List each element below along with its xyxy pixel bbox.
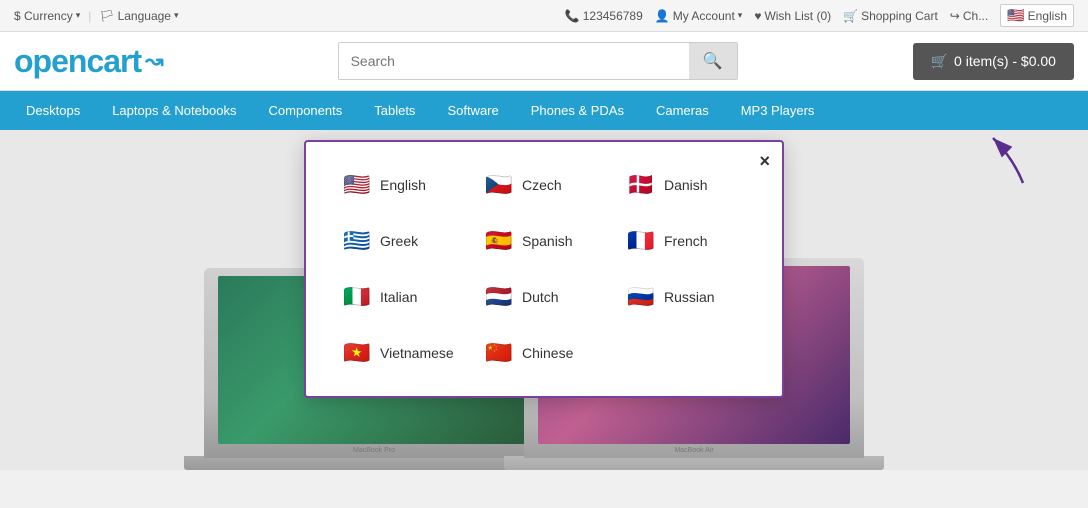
lang-item-danish[interactable]: 🇩🇰 Danish <box>620 166 752 204</box>
wishlist-link[interactable]: ♥ Wish List (0) <box>754 9 831 23</box>
nav-item-cameras[interactable]: Cameras <box>640 91 725 130</box>
lang-item-chinese[interactable]: 🇨🇳 Chinese <box>478 334 610 372</box>
cart-button[interactable]: 🛒 0 item(s) - $0.00 <box>913 43 1074 80</box>
nav-item-software[interactable]: Software <box>431 91 514 130</box>
shopping-cart-link[interactable]: 🛒 Shopping Cart <box>843 9 938 23</box>
search-button[interactable]: 🔍 <box>689 43 737 79</box>
logo-text: opencart <box>14 43 141 80</box>
lang-item-italian[interactable]: 🇮🇹 Italian <box>336 278 468 316</box>
checkout-icon: ↪ <box>950 9 960 23</box>
account-chevron-icon: ▾ <box>738 10 743 21</box>
lang-item-russian[interactable]: 🇷🇺 Russian <box>620 278 752 316</box>
lang-name-dutch: Dutch <box>522 289 559 305</box>
main-content: MacBook Pro MacBook Air × 🇺🇸 English 🇨🇿 Cze… <box>0 130 1088 470</box>
currency-label: $ Currency <box>14 9 73 23</box>
currency-chevron-icon: ▾ <box>76 10 81 21</box>
flag-nl-icon: 🇳🇱 <box>484 282 514 312</box>
flag-dk-icon: 🇩🇰 <box>626 170 656 200</box>
header: opencart ↝ 🔍 🛒 0 item(s) - $0.00 <box>0 32 1088 91</box>
search-input[interactable] <box>339 43 689 79</box>
top-bar: $ Currency ▾ | 🏳 Language ▾ 📞 123456789 … <box>0 0 1088 32</box>
language-chevron-icon: ▾ <box>174 10 179 21</box>
nav-item-tablets[interactable]: Tablets <box>358 91 431 130</box>
lang-name-italian: Italian <box>380 289 417 305</box>
my-account-link[interactable]: 👤 My Account ▾ <box>655 9 743 23</box>
flag-us-icon: 🇺🇸 <box>342 170 372 200</box>
search-bar: 🔍 <box>338 42 738 80</box>
search-icon: 🔍 <box>703 53 723 70</box>
checkout-link[interactable]: ↪ Ch... <box>950 9 988 23</box>
current-lang-flag-icon: 🇺🇸 <box>1007 7 1024 24</box>
lang-name-russian: Russian <box>664 289 715 305</box>
lang-item-french[interactable]: 🇫🇷 French <box>620 222 752 260</box>
cart-btn-icon: 🛒 <box>931 53 948 70</box>
top-bar-left: $ Currency ▾ | 🏳 Language ▾ <box>14 9 179 23</box>
user-icon: 👤 <box>655 9 670 23</box>
language-modal: × 🇺🇸 English 🇨🇿 Czech 🇩🇰 Danish 🇬🇷 Greek 🇪🇸 Spani… <box>304 140 784 398</box>
heart-icon: ♥ <box>754 9 761 23</box>
lang-item-english[interactable]: 🇺🇸 English <box>336 166 468 204</box>
lang-item-dutch[interactable]: 🇳🇱 Dutch <box>478 278 610 316</box>
top-bar-right: 📞 123456789 👤 My Account ▾ ♥ Wish List (… <box>565 4 1074 27</box>
lang-item-greek[interactable]: 🇬🇷 Greek <box>336 222 468 260</box>
arrow-annotation <box>953 130 1033 188</box>
current-language[interactable]: 🇺🇸 English <box>1000 4 1074 27</box>
cart-icon: 🛒 <box>843 9 858 23</box>
nav-bar: Desktops Laptops & Notebooks Components … <box>0 91 1088 130</box>
lang-item-czech[interactable]: 🇨🇿 Czech <box>478 166 610 204</box>
nav-item-components[interactable]: Components <box>253 91 359 130</box>
laptop-label-1: MacBook Pro <box>353 447 395 454</box>
language-dropdown[interactable]: 🏳 Language ▾ <box>99 9 178 23</box>
flag-es-icon: 🇪🇸 <box>484 226 514 256</box>
lang-name-czech: Czech <box>522 177 562 193</box>
flag-cz-icon: 🇨🇿 <box>484 170 514 200</box>
flag-vn-icon: 🇻🇳 <box>342 338 372 368</box>
lang-item-vietnamese[interactable]: 🇻🇳 Vietnamese <box>336 334 468 372</box>
flag-gr-icon: 🇬🇷 <box>342 226 372 256</box>
nav-item-mp3[interactable]: MP3 Players <box>725 91 831 130</box>
nav-item-phones[interactable]: Phones & PDAs <box>515 91 640 130</box>
flag-ru-icon: 🇷🇺 <box>626 282 656 312</box>
currency-dropdown[interactable]: $ Currency ▾ <box>14 9 80 23</box>
logo-cart-icon: ↝ <box>145 48 162 74</box>
phone-icon: 📞 <box>565 9 580 23</box>
language-label: Language <box>118 9 171 23</box>
lang-name-greek: Greek <box>380 233 418 249</box>
flag-fr-icon: 🇫🇷 <box>626 226 656 256</box>
language-grid: 🇺🇸 English 🇨🇿 Czech 🇩🇰 Danish 🇬🇷 Greek 🇪🇸 Spanish… <box>336 166 752 372</box>
nav-item-desktops[interactable]: Desktops <box>10 91 96 130</box>
logo[interactable]: opencart ↝ <box>14 43 163 80</box>
lang-name-french: French <box>664 233 708 249</box>
lang-item-spanish[interactable]: 🇪🇸 Spanish <box>478 222 610 260</box>
lang-name-spanish: Spanish <box>522 233 573 249</box>
modal-close-button[interactable]: × <box>759 152 770 170</box>
lang-name-english: English <box>380 177 426 193</box>
nav-item-laptops[interactable]: Laptops & Notebooks <box>96 91 252 130</box>
flag-icon: 🏳 <box>99 9 114 23</box>
lang-name-vietnamese: Vietnamese <box>380 345 454 361</box>
phone: 📞 123456789 <box>565 9 643 23</box>
flag-cn-icon: 🇨🇳 <box>484 338 514 368</box>
lang-name-chinese: Chinese <box>522 345 573 361</box>
lang-name-danish: Danish <box>664 177 708 193</box>
cart-btn-label: 0 item(s) - $0.00 <box>954 53 1056 69</box>
flag-it-icon: 🇮🇹 <box>342 282 372 312</box>
laptop-label-2: MacBook Air <box>674 447 713 454</box>
